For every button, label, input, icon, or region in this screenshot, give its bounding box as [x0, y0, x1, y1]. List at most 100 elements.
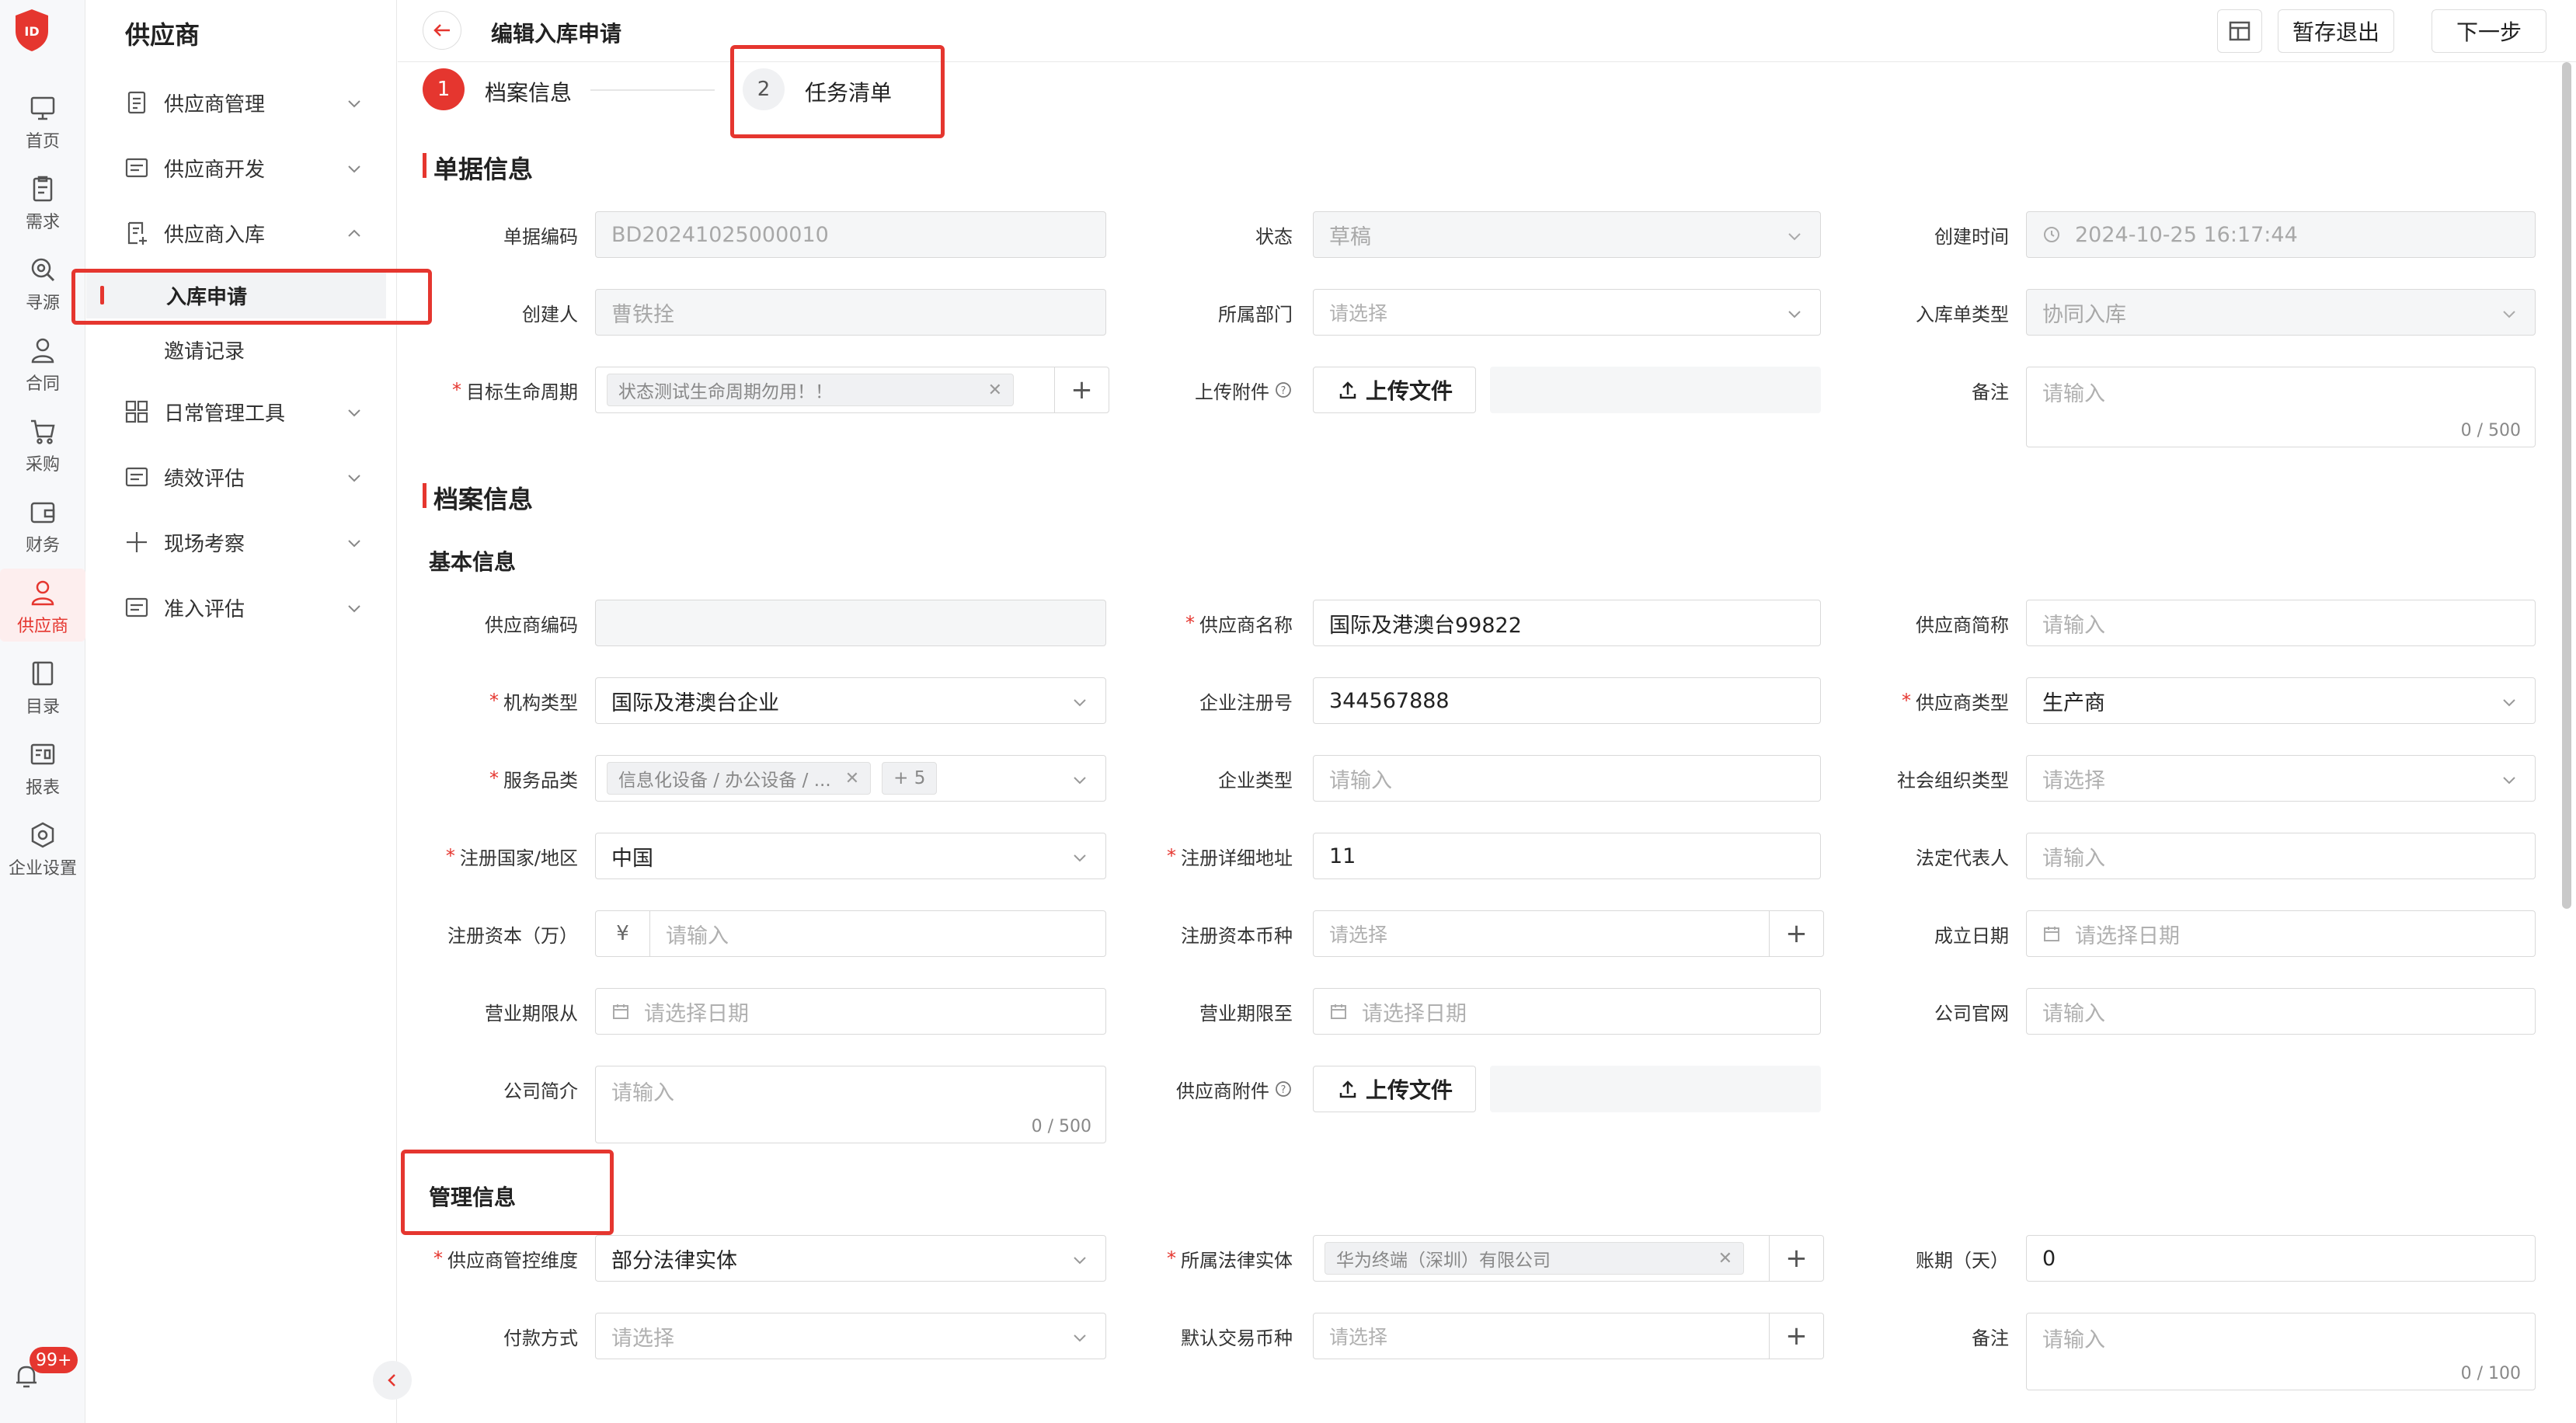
chevron-down-icon [1074, 699, 1086, 707]
sidebar-item-daily-tools[interactable]: 日常管理工具 [86, 390, 397, 433]
upload-file-button[interactable]: 上传文件 [1313, 367, 1476, 413]
nav-demand[interactable]: 需求 [0, 165, 85, 238]
nav-contract[interactable]: 合同 [0, 326, 85, 399]
inbound-type-label: 入库单类型 [1916, 303, 2009, 325]
org-type-select[interactable]: 国际及港澳台企业 [595, 677, 1106, 724]
status-label: 状态 [1255, 225, 1293, 248]
short-name-input[interactable]: 请输入 [2026, 600, 2536, 646]
country-select[interactable]: 中国 [595, 833, 1106, 879]
nav-report-label: 报表 [25, 778, 60, 798]
sidebar-item-site-inspection[interactable]: 现场考察 [86, 520, 397, 564]
add-legal-entity-button[interactable]: + [1769, 1236, 1823, 1281]
sidebar-item-invitation-records[interactable]: 邀请记录 [164, 326, 245, 373]
nav-report[interactable]: 报表 [0, 730, 85, 803]
legal-rep-label: 法定代表人 [1916, 847, 2009, 869]
doc-code-label: 单据编码 [503, 225, 578, 248]
capital-currency-select[interactable]: 请选择 + [1313, 910, 1824, 957]
tag-close-icon[interactable]: ✕ [845, 769, 859, 788]
trade-currency-select[interactable]: 请选择 + [1313, 1313, 1824, 1359]
chevron-down-icon [1074, 1257, 1086, 1265]
org-type-label: * 机构类型 [489, 690, 578, 714]
capital-label: 注册资本（万） [447, 924, 578, 947]
reg-no-input[interactable]: 344567888 [1313, 677, 1821, 724]
upload-drop-area[interactable] [1490, 367, 1821, 413]
remark-textarea[interactable]: 请输入 0 / 500 [2026, 367, 2536, 447]
document-add-icon [127, 221, 147, 245]
address-input[interactable]: 11 [1313, 833, 1821, 879]
service-category-select[interactable]: 信息化设备 / 办公设备 / ... ✕ + 5 [595, 755, 1106, 802]
sidebar-item-supplier-onboarding[interactable]: 供应商入库 [86, 211, 397, 255]
sidebar-item-label: 日常管理工具 [164, 402, 286, 426]
step-1-indicator[interactable]: 1 [423, 68, 465, 110]
cart-icon [31, 419, 55, 444]
creator-label: 创建人 [522, 303, 578, 325]
tag-close-icon[interactable]: ✕ [1718, 1249, 1732, 1268]
clipboard-icon [33, 176, 53, 202]
supplier-type-select[interactable]: 生产商 [2026, 677, 2536, 724]
status-value: 草稿 [1329, 224, 1371, 249]
intro-textarea[interactable]: 请输入 0 / 500 [595, 1066, 1106, 1143]
sidebar-item-performance[interactable]: 绩效评估 [86, 455, 397, 499]
term-to-picker[interactable]: 请选择日期 [1313, 988, 1821, 1035]
sidebar-item-supplier-management[interactable]: 供应商管理 [86, 81, 397, 124]
report-icon [30, 743, 55, 765]
step-1-label[interactable]: 档案信息 [485, 76, 572, 107]
help-icon[interactable]: ? [1274, 1080, 1293, 1098]
calendar-icon [613, 1004, 628, 1019]
step-connector [590, 89, 715, 91]
sidebar-item-label: 邀请记录 [164, 339, 245, 364]
website-input[interactable]: 请输入 [2026, 988, 2536, 1035]
chevron-up-icon [348, 229, 360, 237]
legal-entity-select[interactable]: 华为终端（深圳）有限公司 ✕ + [1313, 1235, 1824, 1282]
lifecycle-label: * 目标生命周期 [452, 379, 578, 403]
add-lifecycle-button[interactable]: + [1054, 367, 1109, 412]
back-button[interactable] [423, 11, 461, 50]
nav-supplier-label: 供应商 [16, 617, 68, 636]
sidebar-item-supplier-development[interactable]: 供应商开发 [86, 146, 397, 190]
supplier-upload-area[interactable] [1490, 1066, 1821, 1112]
legal-rep-input[interactable]: 请输入 [2026, 833, 2536, 879]
add-trade-currency-button[interactable]: + [1769, 1313, 1823, 1359]
search-icon [31, 258, 55, 282]
capital-input[interactable]: ¥ 请输入 [595, 910, 1106, 957]
manage-remark-textarea[interactable]: 请输入 0 / 100 [2026, 1313, 2536, 1390]
lifecycle-select[interactable]: 状态测试生命周期勿用！！ ✕ + [595, 367, 1109, 413]
nav-supplier[interactable]: 供应商 [0, 569, 85, 642]
layout-toggle-button[interactable] [2217, 9, 2262, 53]
card-icon [125, 597, 148, 618]
control-dim-select[interactable]: 部分法律实体 [595, 1235, 1106, 1282]
add-currency-button[interactable]: + [1769, 911, 1823, 956]
tag-close-icon[interactable]: ✕ [988, 381, 1002, 400]
collapse-sidebar-button[interactable] [373, 1361, 412, 1400]
payment-period-input[interactable]: 0 [2026, 1235, 2536, 1282]
social-org-select[interactable]: 请选择 [2026, 755, 2536, 802]
supplier-name-input[interactable]: 国际及港澳台99822 [1313, 600, 1821, 646]
sidebar-item-label: 供应商开发 [164, 158, 266, 182]
nav-home[interactable]: 首页 [0, 84, 85, 157]
nav-catalog[interactable]: 目录 [0, 649, 85, 722]
highlight-box-step [730, 45, 945, 138]
payment-method-select[interactable]: 请选择 [595, 1313, 1106, 1359]
sidebar-item-access-evaluation[interactable]: 准入评估 [86, 586, 397, 629]
chevron-down-icon [348, 165, 360, 173]
control-dim-label: * 供应商管控维度 [433, 1247, 578, 1272]
nav-settings[interactable]: 企业设置 [0, 811, 85, 884]
department-select[interactable]: 请选择 [1313, 289, 1821, 336]
nav-settings-label: 企业设置 [8, 859, 77, 879]
supplier-icon [31, 580, 54, 606]
creator-field: 曹铁拴 [595, 289, 1106, 336]
term-from-picker[interactable]: 请选择日期 [595, 988, 1106, 1035]
nav-finance[interactable]: 财务 [0, 488, 85, 561]
status-select: 草稿 [1313, 211, 1821, 258]
chevron-left-icon [388, 1374, 395, 1386]
help-icon[interactable]: ? [1274, 381, 1293, 399]
supplier-upload-button[interactable]: 上传文件 [1313, 1066, 1476, 1112]
ent-type-input[interactable]: 请输入 [1313, 755, 1821, 802]
save-exit-button[interactable]: 暂存退出 [2278, 9, 2394, 53]
chevron-down-icon [348, 475, 360, 482]
nav-purchase[interactable]: 采购 [0, 407, 85, 480]
next-step-button[interactable]: 下一步 [2432, 9, 2546, 53]
supplier-name-label: * 供应商名称 [1185, 612, 1293, 636]
found-date-picker[interactable]: 请选择日期 [2026, 910, 2536, 957]
scrollbar[interactable] [2562, 62, 2571, 909]
